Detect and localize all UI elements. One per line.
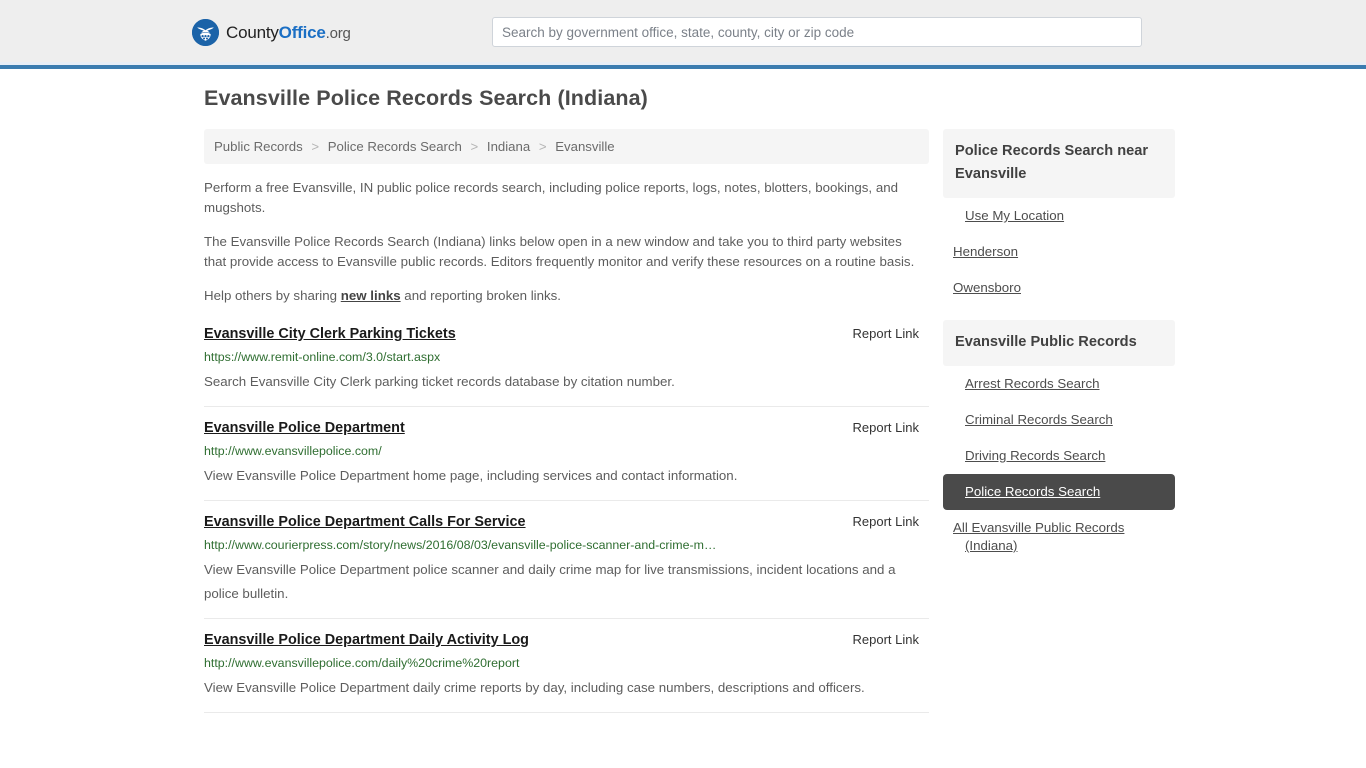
sidebar-item-criminal-records-search[interactable]: Criminal Records Search [943, 402, 1175, 438]
site-logo-link[interactable]: CountyOffice.org [192, 19, 351, 46]
breadcrumb-item-indiana[interactable]: Indiana [487, 139, 530, 154]
breadcrumb-separator: > [538, 139, 547, 154]
sidebar-item-owensboro[interactable]: Owensboro [943, 270, 1175, 306]
search-container [492, 17, 1142, 47]
two-column-layout: Public Records > Police Records Search >… [197, 129, 1183, 725]
sidebar: Police Records Search near Evansville Us… [943, 129, 1175, 578]
result-url-link[interactable]: http://www.evansvillepolice.com/ [204, 443, 929, 459]
page-title: Evansville Police Records Search (Indian… [204, 86, 648, 110]
breadcrumb-item-police-records-search[interactable]: Police Records Search [328, 139, 462, 154]
report-link-button[interactable]: Report Link [853, 326, 919, 341]
result-item: Report Link Evansville City Clerk Parkin… [204, 325, 929, 408]
eagle-shield-emblem-icon [192, 19, 219, 46]
content-container: Evansville Police Records Search (Indian… [197, 86, 1183, 725]
result-title-link[interactable]: Evansville City Clerk Parking Tickets [204, 325, 456, 343]
main-column: Public Records > Police Records Search >… [197, 129, 929, 725]
list-item: Arrest Records Search [943, 366, 1175, 402]
result-url-link[interactable]: http://www.courierpress.com/story/news/2… [204, 537, 929, 553]
sidebar-item-all-evansville-public-records[interactable]: All Evansville Public Records (Indiana) [943, 510, 1175, 564]
result-item: Report Link Evansville Police Department… [204, 513, 929, 620]
results-list: Report Link Evansville City Clerk Parkin… [204, 325, 929, 714]
sidebar-list-nearby: Use My Location Henderson Owensboro [943, 198, 1175, 306]
share-text-after: and reporting broken links. [400, 288, 562, 304]
header-inner: CountyOffice.org [0, 0, 1366, 65]
list-item: All Evansville Public Records (Indiana) [943, 510, 1175, 564]
report-link-button[interactable]: Report Link [853, 632, 919, 647]
brand-org: .org [325, 25, 351, 42]
brand-county: County [226, 23, 279, 42]
sidebar-item-arrest-records-search[interactable]: Arrest Records Search [943, 366, 1175, 402]
breadcrumb: Public Records > Police Records Search >… [204, 129, 929, 165]
result-title-link[interactable]: Evansville Police Department Daily Activ… [204, 631, 529, 649]
report-link-button[interactable]: Report Link [853, 420, 919, 435]
list-item: Driving Records Search [943, 438, 1175, 474]
sidebar-heading-nearby: Police Records Search near Evansville [943, 129, 1175, 198]
sidebar-item-use-my-location[interactable]: Use My Location [943, 198, 1175, 234]
list-item: Police Records Search [943, 474, 1175, 510]
sidebar-heading-public-records: Evansville Public Records [943, 320, 1175, 366]
brand-wordmark: CountyOffice.org [226, 24, 351, 41]
site-header: CountyOffice.org [0, 0, 1366, 69]
intro-paragraph-1: Perform a free Evansville, IN public pol… [204, 180, 899, 216]
intro-paragraph-2: The Evansville Police Records Search (In… [204, 234, 915, 270]
result-description: Search Evansville City Clerk parking tic… [204, 374, 675, 390]
list-item: Criminal Records Search [943, 402, 1175, 438]
result-item: Report Link Evansville Police Department… [204, 419, 929, 502]
sidebar-item-henderson[interactable]: Henderson [943, 234, 1175, 270]
brand-office: Office [278, 23, 326, 42]
intro-paragraph-3: Help others by sharing new links and rep… [204, 286, 918, 306]
list-item: Use My Location [943, 198, 1175, 234]
breadcrumb-item-evansville: Evansville [555, 139, 615, 154]
result-url-link[interactable]: https://www.remit-online.com/3.0/start.a… [204, 349, 929, 365]
sidebar-list-public-records: Arrest Records Search Criminal Records S… [943, 366, 1175, 564]
page-body: Evansville Police Records Search (Indian… [0, 65, 1366, 725]
sidebar-box-nearby: Police Records Search near Evansville Us… [943, 129, 1175, 306]
share-text-before: Help others by sharing [204, 288, 341, 304]
result-description: View Evansville Police Department police… [204, 562, 896, 602]
result-title-link[interactable]: Evansville Police Department [204, 419, 405, 437]
sidebar-item-driving-records-search[interactable]: Driving Records Search [943, 438, 1175, 474]
breadcrumb-separator: > [311, 139, 320, 154]
result-description: View Evansville Police Department daily … [204, 680, 865, 696]
sidebar-box-public-records: Evansville Public Records Arrest Records… [943, 320, 1175, 564]
search-input[interactable] [492, 17, 1142, 47]
breadcrumb-separator: > [470, 139, 479, 154]
new-links-link[interactable]: new links [341, 288, 401, 303]
result-title-link[interactable]: Evansville Police Department Calls For S… [204, 513, 526, 531]
report-link-button[interactable]: Report Link [853, 514, 919, 529]
result-url-link[interactable]: http://www.evansvillepolice.com/daily%20… [204, 655, 929, 671]
breadcrumb-item-public-records[interactable]: Public Records [214, 139, 303, 154]
list-item: Owensboro [943, 270, 1175, 306]
result-item: Report Link Evansville Police Department… [204, 631, 929, 714]
list-item: Henderson [943, 234, 1175, 270]
result-description: View Evansville Police Department home p… [204, 468, 738, 484]
sidebar-item-police-records-search[interactable]: Police Records Search [943, 474, 1175, 510]
